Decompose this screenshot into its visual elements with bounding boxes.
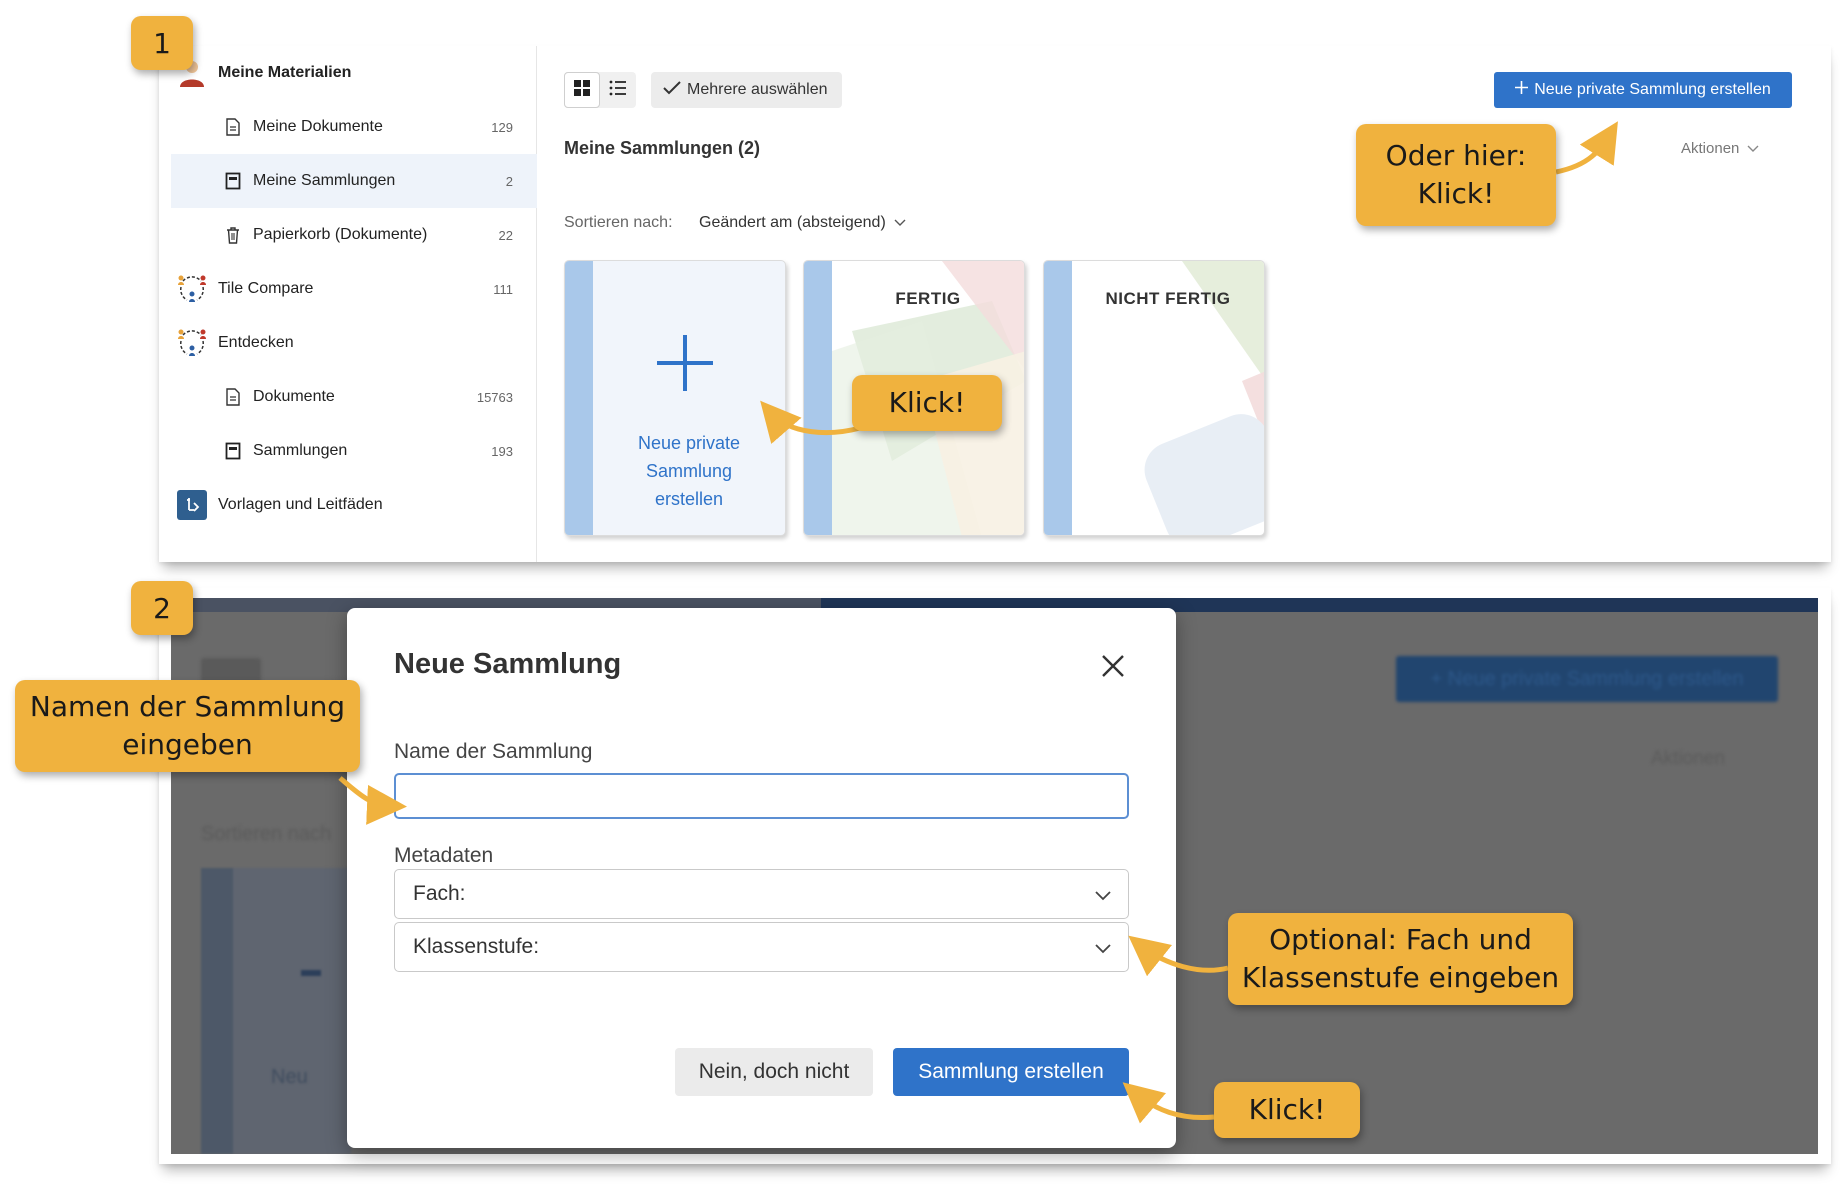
sidebar-item-sammlungen[interactable]: Sammlungen 193: [171, 424, 537, 478]
templates-logo-icon: [175, 488, 209, 522]
chevron-down-icon: [1747, 140, 1759, 157]
collection-icon: [216, 434, 250, 468]
actions-dropdown[interactable]: Aktionen: [1681, 140, 1759, 157]
sort-value: Geändert am (absteigend): [699, 214, 886, 231]
plus-icon: [655, 333, 715, 393]
sidebar-item-count: 22: [498, 227, 513, 243]
new-collection-card-text: Neue private Sammlung erstellen: [593, 429, 785, 513]
callout-optional-metadata: Optional: Fach und Klassenstufe eingeben: [1228, 913, 1573, 1005]
step-two-badge: 2: [131, 581, 193, 635]
grid-icon: [573, 79, 591, 102]
card-stripe: [1044, 261, 1072, 535]
sidebar: Meine Materialien Meine Dokumente 129 Me…: [159, 46, 537, 562]
section-title: Meine Sammlungen (2): [564, 138, 761, 158]
sidebar-item-count: 193: [491, 443, 513, 459]
modal-title: Neue Sammlung: [394, 648, 622, 680]
sidebar-item-count: 129: [491, 119, 513, 135]
sidebar-item-label: Vorlagen und Leitfäden: [218, 496, 383, 513]
grid-view-button[interactable]: [564, 72, 600, 108]
blurred-plus-fragment: [301, 970, 321, 976]
blurred-card-text: Neu: [271, 1066, 308, 1088]
sidebar-item-label: Meine Sammlungen: [253, 172, 396, 189]
sort-dropdown[interactable]: Geändert am (absteigend): [699, 214, 906, 232]
step-one-screenshot: Meine Materialien Meine Dokumente 129 Me…: [159, 46, 1831, 562]
chevron-down-icon: [894, 214, 906, 232]
sidebar-item-tile-compare[interactable]: Tile Compare 111: [171, 262, 537, 316]
select-multiple-label: Mehrere auswählen: [687, 81, 828, 98]
subject-select-value: Fach:: [413, 882, 466, 905]
community-icon: [175, 326, 209, 360]
chevron-down-icon: [1094, 939, 1112, 957]
grade-select-value: Klassenstufe:: [413, 935, 540, 958]
new-collection-card[interactable]: Neue private Sammlung erstellen: [564, 260, 786, 536]
close-icon[interactable]: [1099, 652, 1127, 680]
sidebar-item-label: Papierkorb (Dokumente): [253, 226, 428, 243]
trash-icon: [216, 218, 250, 252]
callout-line: eingeben: [122, 728, 253, 761]
subject-select[interactable]: Fach:: [394, 869, 1129, 919]
sidebar-item-entdecken[interactable]: Entdecken: [171, 316, 537, 370]
community-icon: [175, 272, 209, 306]
card-stripe: [804, 261, 832, 535]
sidebar-item-meine-sammlungen[interactable]: Meine Sammlungen 2: [171, 154, 537, 208]
actions-label: Aktionen: [1681, 140, 1740, 157]
blurred-sort-label: Sortieren nach: [201, 823, 332, 845]
callout-click-create: Klick!: [1214, 1082, 1360, 1138]
collection-name-input[interactable]: [394, 773, 1129, 819]
sidebar-item-label: Meine Dokumente: [253, 118, 383, 135]
document-icon: [216, 380, 250, 414]
blurred-new-collection-button: + Neue private Sammlung erstellen: [1396, 656, 1778, 702]
sidebar-item-meine-materialien[interactable]: Meine Materialien: [171, 46, 537, 100]
sidebar-item-papierkorb[interactable]: Papierkorb (Dokumente) 22: [171, 208, 537, 262]
list-icon: [609, 80, 627, 101]
sort-label: Sortieren nach:: [564, 214, 673, 231]
document-icon: [216, 110, 250, 144]
sidebar-item-count: 111: [493, 281, 513, 297]
callout-line: Oder hier:: [1385, 139, 1527, 172]
sidebar-item-label: Dokumente: [253, 388, 335, 405]
plus-icon: [1515, 81, 1529, 99]
create-collection-button[interactable]: Sammlung erstellen: [893, 1048, 1129, 1096]
collection-icon: [216, 164, 250, 198]
new-private-collection-button[interactable]: Neue private Sammlung erstellen: [1494, 72, 1792, 108]
new-collection-card-line: Sammlung: [645, 461, 733, 481]
sidebar-item-meine-dokumente[interactable]: Meine Dokumente 129: [171, 100, 537, 154]
callout-line: Klassenstufe eingeben: [1241, 961, 1560, 994]
callout-line: Klick!: [1417, 177, 1495, 210]
blurred-actions: Aktionen: [1651, 748, 1725, 769]
sidebar-item-label: Tile Compare: [218, 280, 314, 297]
new-collection-modal: Neue Sammlung Name der Sammlung Metadate…: [347, 608, 1176, 1148]
sidebar-item-count: 15763: [476, 389, 513, 405]
collection-card-title: NICHT FERTIG: [1105, 289, 1231, 308]
sidebar-item-dokumente[interactable]: Dokumente 15763: [171, 370, 537, 424]
new-collection-card-line: erstellen: [654, 489, 724, 509]
callout-line: Optional: Fach und: [1269, 923, 1532, 956]
new-collection-card-line: Neue private: [637, 433, 741, 453]
card-stripe: [565, 261, 593, 535]
sidebar-item-vorlagen[interactable]: Vorlagen und Leitfäden: [171, 478, 537, 532]
collection-card-title: FERTIG: [895, 289, 961, 308]
cancel-button[interactable]: Nein, doch nicht: [675, 1048, 873, 1096]
sidebar-item-label: Meine Materialien: [218, 64, 352, 81]
grade-select[interactable]: Klassenstufe:: [394, 922, 1129, 972]
collection-name-label: Name der Sammlung: [394, 740, 593, 763]
sidebar-item-label: Sammlungen: [253, 442, 348, 459]
blurred-card: [201, 868, 351, 1154]
step-one-badge: 1: [131, 16, 193, 70]
checkmark-icon: [663, 80, 681, 100]
new-collection-label: Neue private Sammlung erstellen: [1534, 81, 1771, 98]
select-multiple-button[interactable]: Mehrere auswählen: [651, 72, 842, 108]
callout-or-here: Oder hier: Klick!: [1356, 124, 1556, 226]
callout-line: Namen der Sammlung: [29, 690, 346, 723]
sidebar-item-label: Entdecken: [218, 334, 294, 351]
chevron-down-icon: [1094, 886, 1112, 904]
view-toggle: [564, 72, 636, 108]
callout-click-card: Klick!: [852, 375, 1002, 431]
list-view-button[interactable]: [600, 72, 636, 108]
sidebar-item-count: 2: [505, 173, 513, 189]
callout-enter-name: Namen der Sammlung eingeben: [15, 680, 360, 772]
metadata-label: Metadaten: [394, 844, 494, 867]
collection-card-nicht-fertig[interactable]: NICHT FERTIG: [1043, 260, 1265, 536]
